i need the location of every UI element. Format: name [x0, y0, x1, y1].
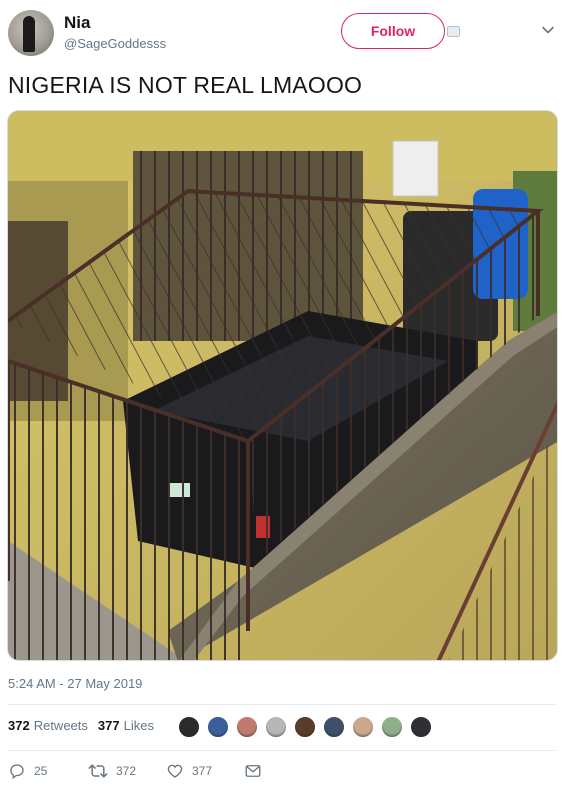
avatar-figure: [23, 16, 35, 52]
add-icon[interactable]: [447, 26, 460, 37]
reply-count: 25: [34, 764, 48, 778]
retweets-stat[interactable]: 372 Retweets: [8, 718, 88, 733]
liker-avatar[interactable]: [177, 715, 201, 739]
tweet-header: Nia @SageGoddesss Follow: [8, 8, 566, 56]
caged-car-photo: [8, 111, 557, 660]
message-icon: [245, 765, 261, 777]
liker-avatar[interactable]: [264, 715, 288, 739]
likes-label: Likes: [123, 718, 154, 733]
retweet-count: 372: [116, 764, 137, 778]
retweet-icon: [88, 764, 108, 778]
likes-count: 377: [97, 718, 120, 733]
message-action[interactable]: [244, 762, 262, 780]
liker-avatar[interactable]: [322, 715, 346, 739]
follow-button[interactable]: Follow: [341, 13, 445, 49]
liker-avatars: [177, 715, 438, 739]
reply-action[interactable]: 25: [8, 762, 88, 780]
like-action[interactable]: 377: [166, 762, 244, 780]
liker-avatar[interactable]: [206, 715, 230, 739]
like-icon: [167, 764, 183, 778]
retweets-count: 372: [8, 718, 30, 733]
liker-avatar[interactable]: [380, 715, 404, 739]
liker-avatar[interactable]: [409, 715, 433, 739]
retweets-label: Retweets: [33, 718, 88, 733]
tweet-stats: 372 Retweets 377 Likes: [8, 718, 160, 733]
tweet-photo[interactable]: [7, 110, 558, 661]
like-count: 377: [192, 764, 213, 778]
tweet-actions: 25 372 377: [8, 762, 262, 780]
display-name[interactable]: Nia: [64, 13, 90, 33]
tweet-text: NIGERIA IS NOT REAL LMAOOO: [8, 72, 363, 98]
tweet-timestamp[interactable]: 5:24 AM - 27 May 2019: [8, 676, 142, 691]
chevron-down-icon[interactable]: [540, 22, 556, 38]
divider: [8, 750, 556, 751]
avatar[interactable]: [8, 10, 54, 56]
liker-avatar[interactable]: [235, 715, 259, 739]
divider: [8, 704, 556, 705]
retweet-action[interactable]: 372: [88, 762, 166, 780]
likes-stat[interactable]: 377 Likes: [98, 718, 154, 733]
liker-avatar[interactable]: [351, 715, 375, 739]
liker-avatar[interactable]: [293, 715, 317, 739]
reply-icon: [10, 764, 24, 780]
user-handle[interactable]: @SageGoddesss: [64, 36, 166, 51]
